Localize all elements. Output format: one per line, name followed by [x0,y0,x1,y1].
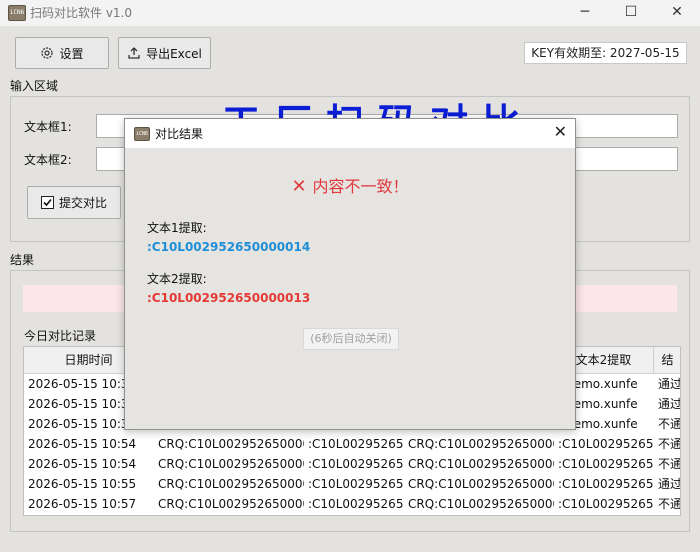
dialog-close-button[interactable]: ✕ [554,122,567,141]
table-row[interactable]: 2026-05-15 10:57 CRQ:C10L002952650000 :C… [24,494,680,514]
export-label: 导出Excel [146,46,202,61]
text1-extract-label: 文本1提取: [147,221,207,235]
mismatch-text: 内容不一致！ [312,177,409,196]
autoclose-note: (6秒后自动关闭) [303,328,399,350]
title-bar: iCN6 扫码对比软件 v1.0 ─ ☐ ✕ [0,0,700,26]
submit-compare-button[interactable]: 提交对比 [27,186,121,219]
compare-result-dialog: iCN6 对比结果 ✕ ✕ 内容不一致！ 文本1提取: :C10L00295265… [124,118,576,430]
field1-label: 文本框1: [24,120,72,134]
result-section-title: 结果 [10,253,35,267]
dialog-title-bar: iCN6 对比结果 ✕ [125,119,575,149]
table-row[interactable]: 2026-05-15 10:54 CRQ:C10L002952650000 :C… [24,434,680,454]
submit-label: 提交对比 [58,196,107,210]
column-header-result[interactable]: 结 [654,347,680,374]
settings-button[interactable]: 设置 [15,37,109,69]
table-row[interactable]: 2026-05-15 10:55 CRQ:C10L002952650000 :C… [24,474,680,494]
gear-icon [40,46,54,60]
upload-icon [127,46,141,60]
checkbox-icon [40,196,54,209]
text2-extract-value: :C10L002952650000013 [147,291,311,305]
minimize-button[interactable]: ─ [562,0,608,26]
export-excel-button[interactable]: 导出Excel [118,37,211,69]
cross-icon: ✕ [291,176,307,197]
records-title: 今日对比记录 [24,329,97,343]
key-expiry-label: KEY有效期至: 2027-05-15 [524,42,687,64]
mismatch-status: ✕ 内容不一致！ [125,173,575,197]
dialog-app-icon: iCN6 [134,127,150,141]
text2-extract-label: 文本2提取: [147,272,207,286]
field2-label: 文本框2: [24,153,72,167]
close-button[interactable]: ✕ [654,0,700,26]
maximize-button[interactable]: ☐ [608,0,654,26]
window-title: 扫码对比软件 v1.0 [30,6,133,20]
table-row[interactable]: 2026-05-15 10:54 CRQ:C10L002952650000 :C… [24,454,680,474]
text1-extract-value: :C10L002952650000014 [147,240,311,254]
input-section-title: 输入区域 [10,79,59,93]
settings-label: 设置 [59,46,84,61]
dialog-title: 对比结果 [155,127,204,141]
app-icon: iCN6 [8,5,26,21]
